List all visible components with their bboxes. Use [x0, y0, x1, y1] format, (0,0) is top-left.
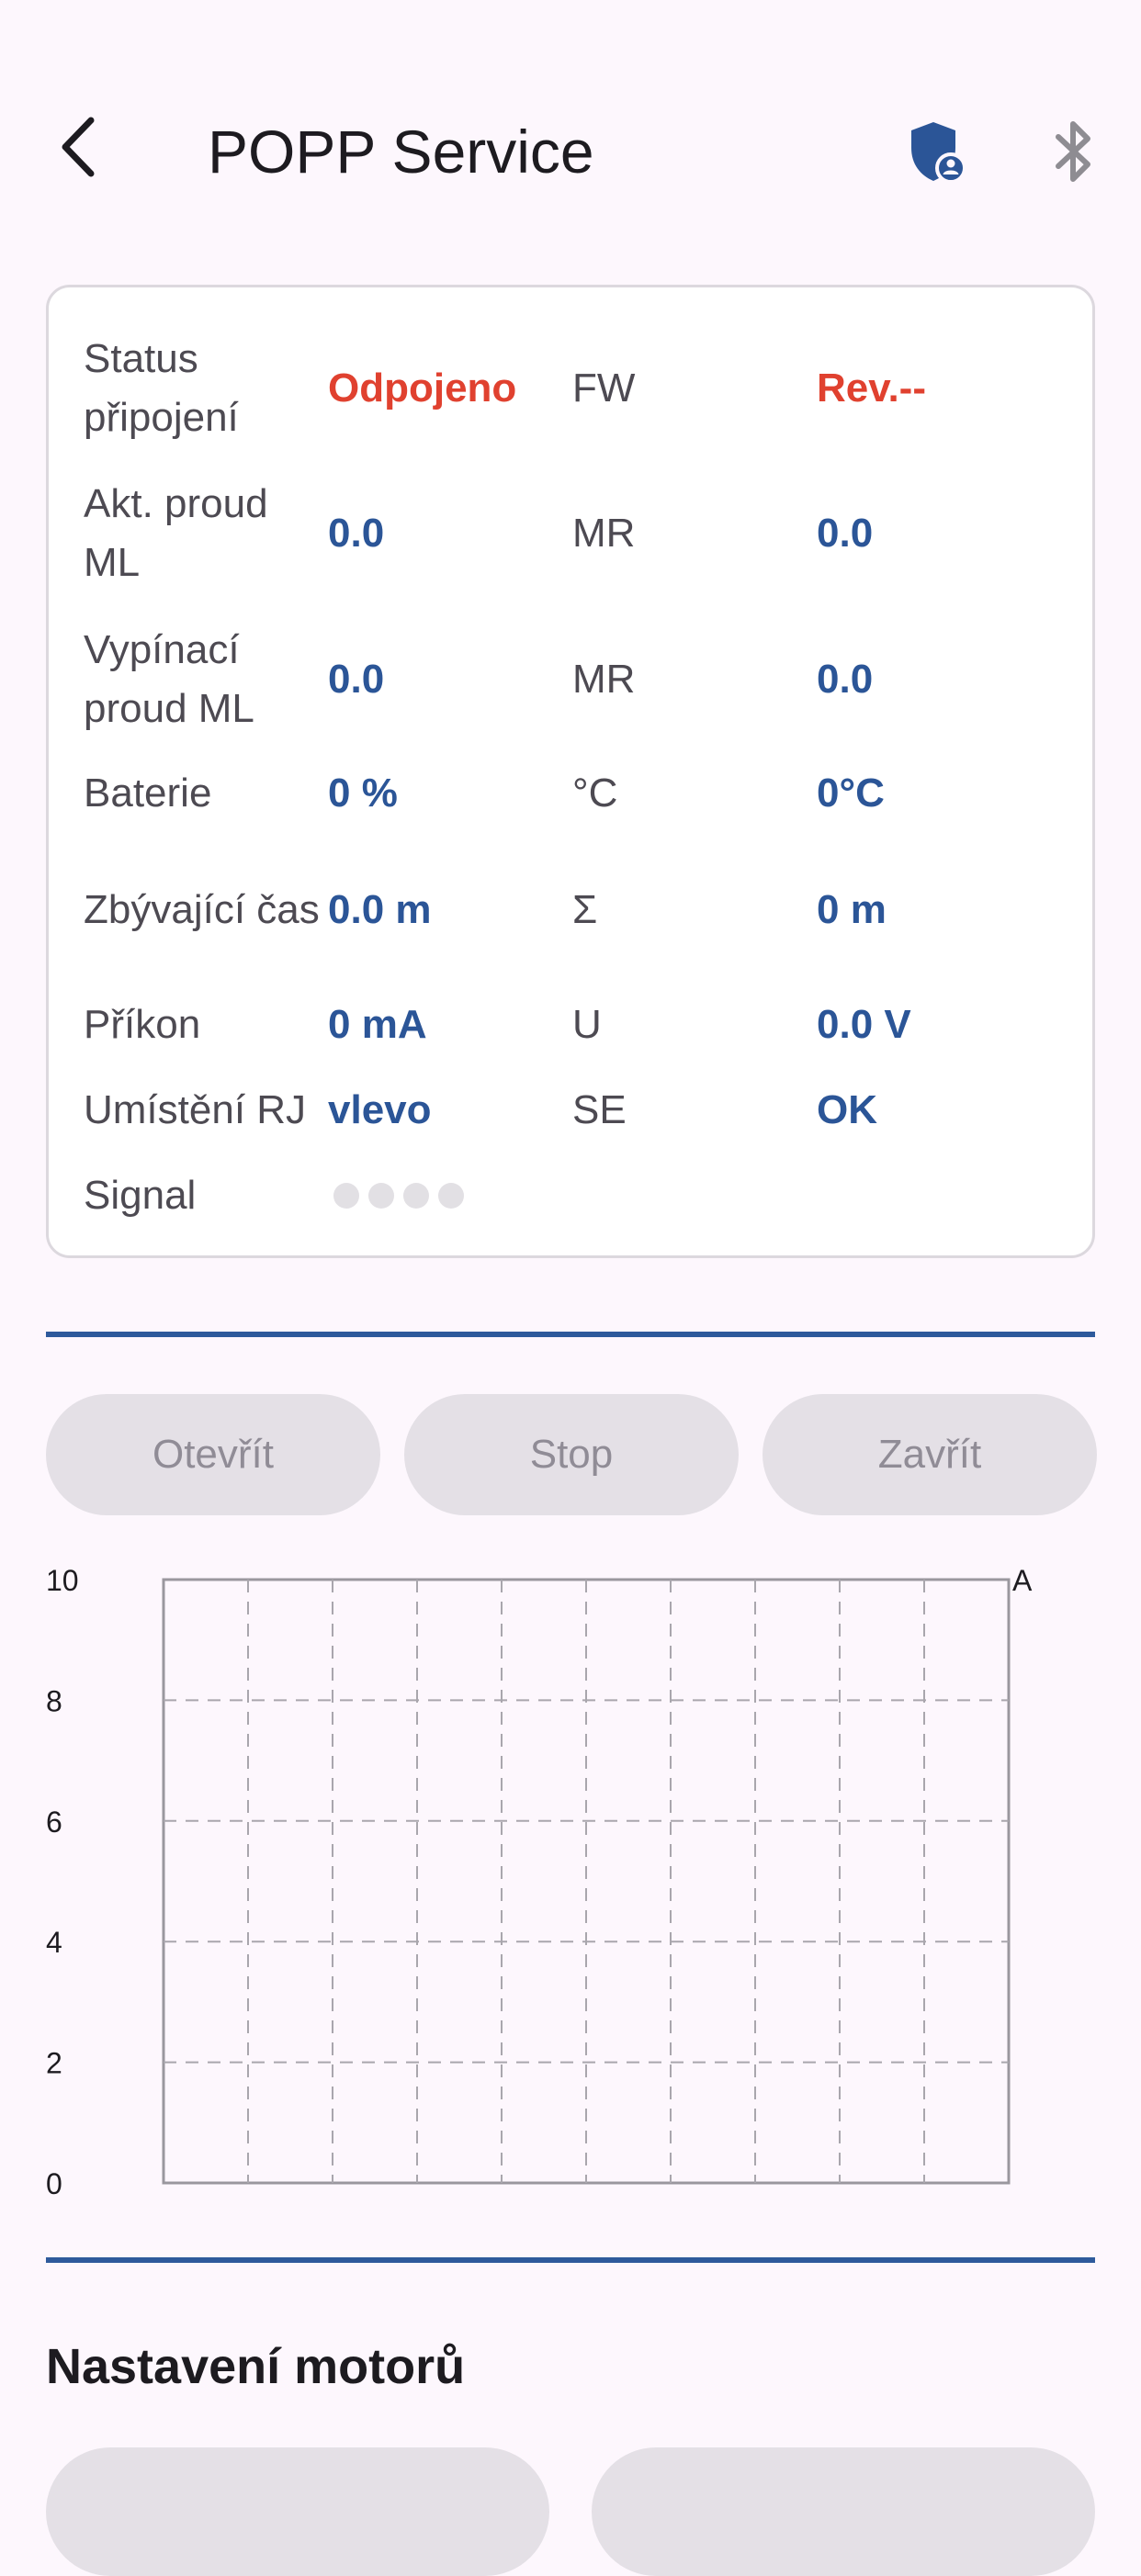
current-chart: 0 2 4 6 8 10 A [46, 1564, 1033, 2200]
status-row-signal: Signal [49, 1166, 1092, 1225]
signal-label: Signal [84, 1173, 197, 1218]
y-tick-label: 0 [46, 2167, 62, 2200]
battery-value: 0 % [328, 771, 398, 816]
connection-status-label: Status připojení [84, 336, 239, 440]
status-row-trip-current: Vypínací proud ML 0.0 MR 0.0 [49, 620, 1092, 739]
fw-label: FW [572, 366, 636, 411]
admin-button[interactable] [896, 110, 978, 193]
power-value: 0 mA [328, 1002, 427, 1047]
signal-dot [438, 1183, 464, 1209]
current-ml-label: Akt. proud ML [84, 481, 268, 585]
current-mr-label: MR [572, 511, 636, 556]
current-ml-value: 0.0 [328, 511, 385, 556]
y-tick-label: 4 [46, 1926, 62, 1959]
app-title: POPP Service [208, 118, 594, 186]
fw-value: Rev.-- [817, 366, 926, 411]
open-button[interactable]: Otevřít [46, 1394, 380, 1515]
section-divider [46, 2257, 1095, 2263]
status-row-position: Umístění RJ vlevo SE OK [49, 1081, 1092, 1140]
total-time-value: 0 m [817, 887, 887, 932]
status-row-remaining: Zbývající čas 0.0 m Σ 0 m [49, 850, 1092, 970]
battery-label: Baterie [84, 771, 212, 816]
trip-current-ml-value: 0.0 [328, 657, 385, 702]
status-row-connection: Status připojení Odpojeno FW Rev.-- [49, 329, 1092, 448]
connection-status-value: Odpojeno [328, 366, 517, 411]
signal-dot [333, 1183, 359, 1209]
signal-strength-indicator [333, 1183, 464, 1209]
signal-dot [403, 1183, 429, 1209]
section-divider [46, 1332, 1095, 1337]
voltage-label: U [572, 1002, 602, 1047]
y-axis-unit-label: A [1012, 1564, 1033, 1597]
arrow-back-icon [62, 117, 95, 177]
bluetooth-button[interactable] [1033, 110, 1115, 193]
temperature-value: 0°C [817, 771, 885, 816]
status-row-battery: Baterie 0 % °C 0°C [49, 764, 1092, 823]
current-mr-value: 0.0 [817, 511, 874, 556]
status-row-current: Akt. proud ML 0.0 MR 0.0 [49, 474, 1092, 593]
back-button[interactable] [37, 106, 119, 188]
motor-setting-button-left[interactable] [46, 2447, 549, 2576]
se-label: SE [572, 1087, 627, 1132]
remaining-time-label: Zbývající čas [84, 887, 320, 932]
admin-shield-icon [911, 122, 966, 183]
y-tick-label: 6 [46, 1805, 62, 1839]
bluetooth-icon [1056, 121, 1090, 182]
motor-setting-button-right[interactable] [592, 2447, 1095, 2576]
rj-position-value: vlevo [328, 1087, 432, 1132]
rj-position-label: Umístění RJ [84, 1087, 307, 1132]
status-card: Status připojení Odpojeno FW Rev.-- Akt.… [46, 285, 1095, 1258]
app-bar: POPP Service [0, 0, 1141, 303]
se-value: OK [817, 1087, 877, 1132]
close-button[interactable]: Zavřít [763, 1394, 1097, 1515]
y-tick-label: 8 [46, 1684, 62, 1717]
signal-dot [368, 1183, 394, 1209]
trip-current-ml-label: Vypínací proud ML [84, 627, 254, 731]
total-time-label: Σ [572, 887, 598, 932]
status-row-power: Příkon 0 mA U 0.0 V [49, 996, 1092, 1054]
motor-settings-title: Nastavení motorů [46, 2339, 466, 2394]
y-tick-label: 10 [46, 1564, 79, 1597]
remaining-time-value: 0.0 m [328, 887, 432, 932]
voltage-value: 0.0 V [817, 1002, 911, 1047]
trip-current-mr-label: MR [572, 657, 636, 702]
y-tick-label: 2 [46, 2047, 62, 2080]
temperature-label: °C [572, 771, 618, 816]
trip-current-mr-value: 0.0 [817, 657, 874, 702]
power-label: Příkon [84, 1002, 201, 1047]
stop-button[interactable]: Stop [404, 1394, 739, 1515]
